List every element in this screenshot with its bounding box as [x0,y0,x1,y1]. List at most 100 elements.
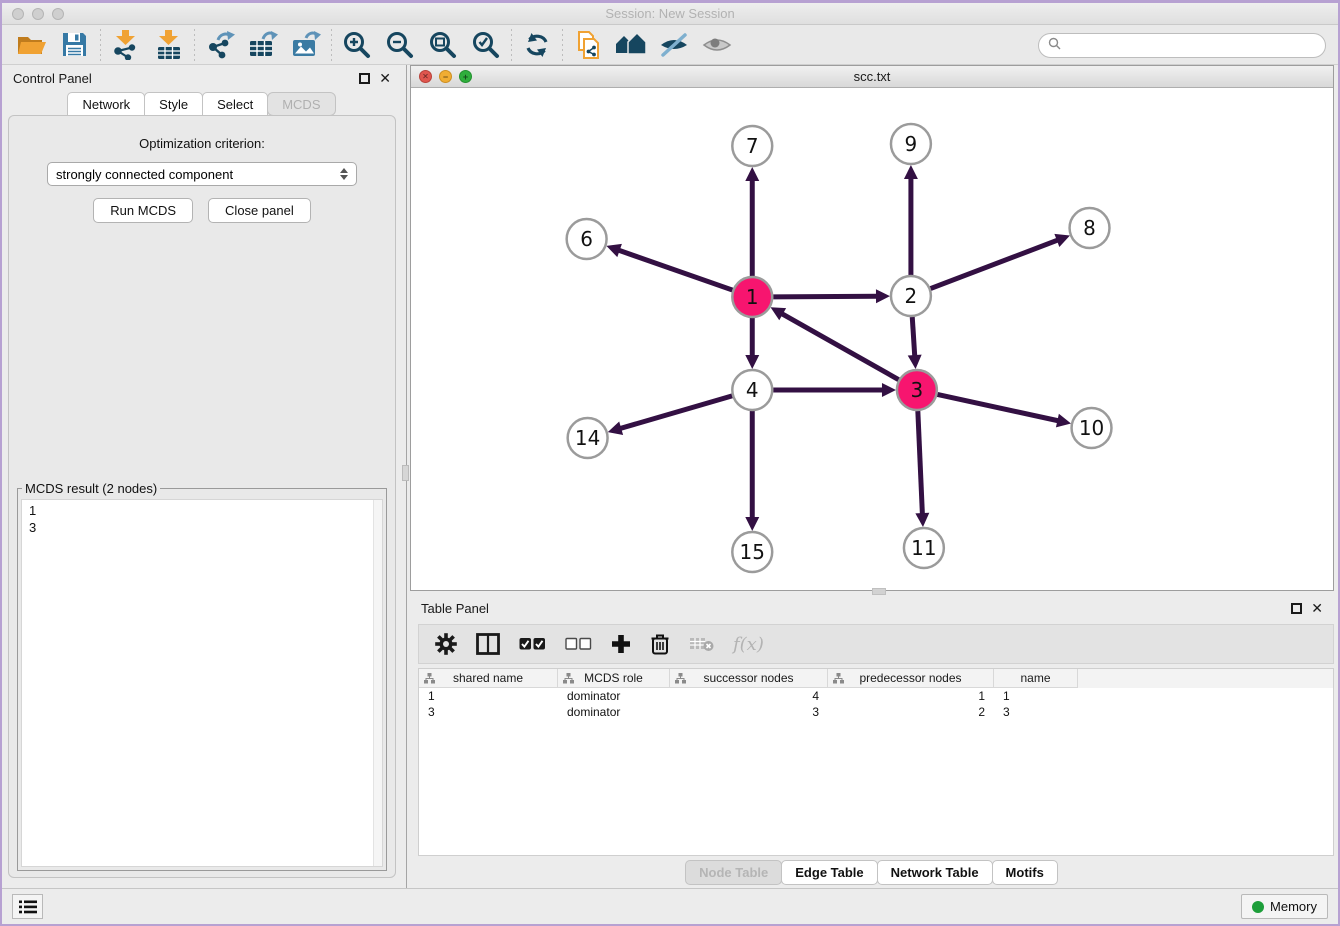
cell-shared-name[interactable]: 1 [419,689,558,703]
edge-2-3[interactable] [912,317,915,357]
columns-icon[interactable] [476,633,500,655]
cell-predecessor-nodes[interactable]: 2 [828,705,994,719]
table-toolbar: f(x) [418,624,1334,664]
cell-predecessor-nodes[interactable]: 1 [828,689,994,703]
memory-button[interactable]: Memory [1241,894,1328,919]
column-header-shared-name[interactable]: shared name [419,669,558,688]
tab-edge-table[interactable]: Edge Table [781,860,877,885]
add-row-icon[interactable] [611,634,631,654]
open-session-icon[interactable] [10,27,53,63]
optimization-criterion-label: Optimization criterion: [9,136,395,151]
node-label-10: 10 [1079,416,1104,440]
import-table-icon[interactable] [147,27,190,63]
tab-select[interactable]: Select [202,92,268,116]
tab-style[interactable]: Style [144,92,203,116]
vertical-splitter[interactable] [402,65,410,888]
zoom-in-icon[interactable] [335,27,378,63]
deselect-all-icon[interactable] [565,637,592,651]
splitter-handle[interactable] [402,465,409,481]
network-maximize-icon[interactable] [459,70,472,83]
status-bar: Memory [2,888,1338,924]
hide-selected-icon[interactable] [652,27,695,63]
node-label-14: 14 [575,426,600,450]
gear-icon[interactable] [435,633,457,655]
tab-node-table[interactable]: Node Table [685,860,782,885]
table-row[interactable]: 3dominator323 [419,704,1333,720]
delete-row-icon[interactable] [650,633,670,655]
toolbar-separator [193,29,195,61]
mcds-result-title: MCDS result (2 nodes) [22,481,160,496]
select-all-icon[interactable] [519,637,546,651]
float-panel-icon[interactable] [359,73,370,84]
cell-mcds-role[interactable]: dominator [558,689,670,703]
toolbar-separator [330,29,332,61]
close-panel-icon[interactable]: ✕ [379,73,391,84]
close-panel-button[interactable]: Close panel [208,198,311,223]
function-builder-icon: f(x) [733,634,764,655]
show-all-icon[interactable] [695,27,738,63]
edge-arrowhead [745,355,759,369]
toolbar-separator [561,29,563,61]
network-close-icon[interactable] [419,70,432,83]
toolbar-separator [99,29,101,61]
search-input[interactable] [1066,37,1325,54]
edge-arrowhead [904,165,918,179]
table-row[interactable]: 1dominator411 [419,688,1333,704]
import-network-icon[interactable] [104,27,147,63]
mcds-result-group: MCDS result (2 nodes) 13 [17,488,387,871]
cell-mcds-role[interactable]: dominator [558,705,670,719]
edge-arrowhead [882,383,896,397]
node-label-7: 7 [746,134,759,158]
column-header-name[interactable]: name [994,669,1078,688]
column-header-mcds-role[interactable]: MCDS role [558,669,670,688]
float-table-panel-icon[interactable] [1291,603,1302,614]
edge-3-10[interactable] [937,394,1059,421]
save-session-icon[interactable] [53,27,96,63]
close-table-panel-icon[interactable]: ✕ [1311,603,1323,614]
cell-shared-name[interactable]: 3 [419,705,558,719]
node-table[interactable]: shared nameMCDS rolesuccessor nodesprede… [418,668,1334,856]
edge-4-14[interactable] [619,396,732,429]
show-graphics-details-icon[interactable] [609,27,652,63]
duplicate-network-icon[interactable] [566,27,609,63]
refresh-icon[interactable] [515,27,558,63]
network-canvas[interactable]: 7968124314101511 [411,88,1333,590]
tab-motifs[interactable]: Motifs [992,860,1058,885]
memory-label: Memory [1270,899,1317,914]
splitter-handle[interactable] [872,588,886,595]
zoom-fit-icon[interactable] [421,27,464,63]
tab-network[interactable]: Network [67,92,145,116]
cell-successor-nodes[interactable]: 4 [670,689,828,703]
delete-table-icon [689,636,714,652]
task-history-button[interactable] [12,894,43,919]
main-toolbar [2,25,1338,65]
edge-1-6[interactable] [618,250,733,290]
zoom-out-icon[interactable] [378,27,421,63]
node-label-11: 11 [911,536,936,560]
tab-network-table[interactable]: Network Table [877,860,993,885]
network-minimize-icon[interactable] [439,70,452,83]
cell-name[interactable]: 3 [994,705,1078,719]
tab-mcds[interactable]: MCDS [267,92,335,116]
mcds-result-text[interactable]: 13 [21,499,383,867]
column-header-predecessor-nodes[interactable]: predecessor nodes [828,669,994,688]
node-label-1: 1 [746,285,759,309]
run-mcds-button[interactable]: Run MCDS [93,198,193,223]
edge-1-2[interactable] [773,296,878,297]
cell-successor-nodes[interactable]: 3 [670,705,828,719]
app-window: Session: New Session [0,0,1340,926]
edge-3-11[interactable] [918,411,923,515]
export-table-icon[interactable] [241,27,284,63]
edge-2-8[interactable] [931,240,1059,289]
zoom-selected-icon[interactable] [464,27,507,63]
edge-3-1[interactable] [781,313,899,379]
column-header-successor-nodes[interactable]: successor nodes [670,669,828,688]
result-scrollbar[interactable] [373,500,382,866]
horizontal-splitter[interactable] [410,591,1334,595]
control-panel: Control Panel ✕ NetworkStyleSelectMCDS O… [2,65,402,888]
export-network-icon[interactable] [198,27,241,63]
criterion-select[interactable]: strongly connected component [47,162,357,186]
mcds-panel: Optimization criterion: strongly connect… [8,115,396,878]
export-image-icon[interactable] [284,27,327,63]
cell-name[interactable]: 1 [994,689,1078,703]
